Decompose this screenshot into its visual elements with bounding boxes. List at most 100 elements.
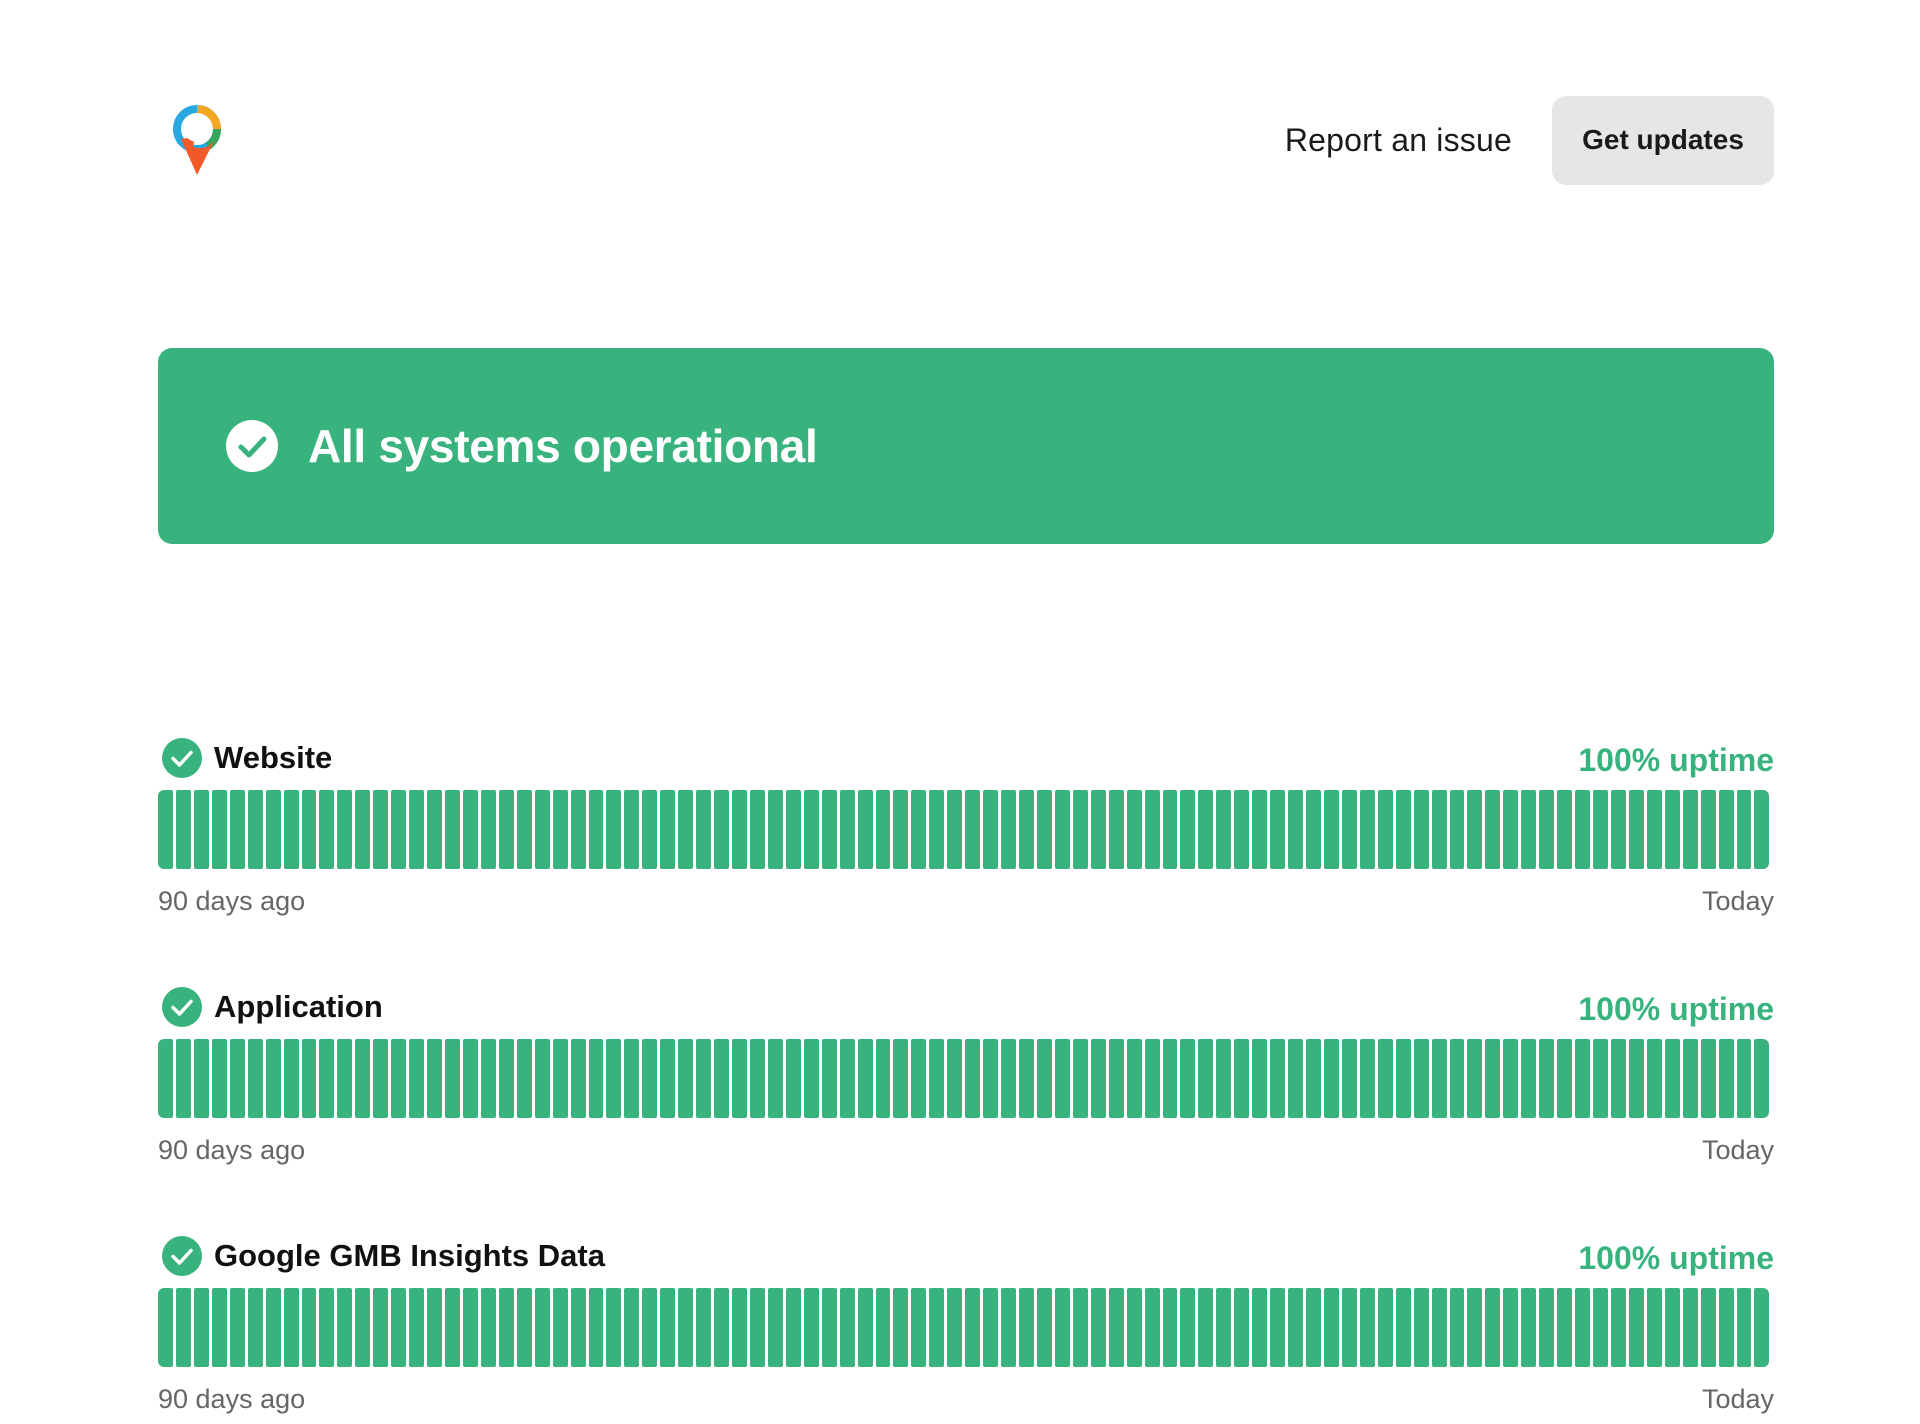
uptime-day-bar[interactable] [373,1288,389,1367]
uptime-day-bar[interactable] [714,790,729,869]
uptime-day-bar[interactable] [1449,790,1465,869]
uptime-day-bar[interactable] [1126,790,1142,869]
uptime-day-bar[interactable] [283,1288,299,1367]
uptime-day-bar[interactable] [1754,790,1770,869]
uptime-day-bar[interactable] [696,790,712,869]
uptime-day-bar[interactable] [642,1288,658,1367]
uptime-day-bar[interactable] [1539,790,1555,869]
uptime-day-bar[interactable] [1198,790,1214,869]
uptime-day-bar[interactable] [1198,1288,1214,1367]
uptime-day-bar[interactable] [283,1039,299,1118]
uptime-day-bar[interactable] [1019,1039,1034,1118]
uptime-day-bar[interactable] [1664,790,1680,869]
uptime-day-bar[interactable] [821,790,837,869]
uptime-day-bar[interactable] [1682,1039,1698,1118]
uptime-day-bar[interactable] [480,1039,496,1118]
uptime-day-bar[interactable] [1593,1288,1608,1367]
uptime-day-bar[interactable] [1090,1039,1106,1118]
uptime-day-bar[interactable] [965,1288,981,1367]
uptime-day-bar[interactable] [803,1288,819,1367]
uptime-day-bar[interactable] [229,1288,245,1367]
uptime-day-bar[interactable] [1288,1039,1303,1118]
uptime-day-bar[interactable] [1575,1288,1590,1367]
uptime-day-bar[interactable] [588,790,604,869]
uptime-day-bar[interactable] [301,790,317,869]
uptime-day-bar[interactable] [1323,1288,1339,1367]
uptime-day-bar[interactable] [498,1039,514,1118]
uptime-day-bar[interactable] [803,1039,819,1118]
uptime-day-bar[interactable] [337,1039,353,1118]
uptime-day-bar[interactable] [1628,790,1644,869]
uptime-day-bar[interactable] [660,1039,676,1118]
uptime-day-bar[interactable] [1341,790,1357,869]
uptime-day-bar[interactable] [1449,1288,1465,1367]
uptime-day-bar[interactable] [247,790,263,869]
uptime-day-bar[interactable] [1377,1039,1393,1118]
uptime-day-bar[interactable] [409,790,425,869]
uptime-day-bar[interactable] [1413,790,1429,869]
uptime-day-bar[interactable] [498,1288,514,1367]
uptime-day-bar[interactable] [211,790,227,869]
uptime-day-bar[interactable] [749,1039,765,1118]
uptime-day-bar[interactable] [319,790,335,869]
uptime-day-bar[interactable] [1485,1288,1501,1367]
uptime-day-bar[interactable] [516,790,532,869]
uptime-day-bar[interactable] [1001,1039,1016,1118]
uptime-day-bar[interactable] [462,790,478,869]
uptime-day-bar[interactable] [732,1288,747,1367]
uptime-day-bar[interactable] [1682,790,1698,869]
uptime-day-bar[interactable] [1485,790,1501,869]
uptime-day-bar[interactable] [193,1039,209,1118]
uptime-day-bar[interactable] [1646,790,1662,869]
uptime-day-bar[interactable] [516,1288,532,1367]
uptime-day-bar[interactable] [427,1288,442,1367]
uptime-day-bar[interactable] [1593,1039,1608,1118]
uptime-day-bar[interactable] [714,1288,729,1367]
uptime-day-bar[interactable] [534,1288,550,1367]
uptime-day-bar[interactable] [1700,1039,1716,1118]
uptime-day-bar[interactable] [1323,790,1339,869]
uptime-day-bar[interactable] [1234,1288,1250,1367]
uptime-day-bar[interactable] [427,790,442,869]
uptime-day-bar[interactable] [1467,1288,1483,1367]
uptime-day-bar[interactable] [1252,790,1268,869]
uptime-day-bar[interactable] [247,1288,263,1367]
uptime-day-bar[interactable] [1036,790,1052,869]
uptime-day-bar[interactable] [229,1039,245,1118]
uptime-day-bar[interactable] [265,1288,281,1367]
uptime-day-bar[interactable] [1036,1288,1052,1367]
uptime-day-bar[interactable] [1198,1039,1214,1118]
uptime-day-bar[interactable] [337,1288,353,1367]
uptime-day-bar[interactable] [211,1039,227,1118]
uptime-day-bar[interactable] [1306,790,1321,869]
uptime-day-bar[interactable] [1467,1039,1483,1118]
uptime-day-bar[interactable] [1180,1039,1196,1118]
uptime-day-bar[interactable] [1216,1288,1232,1367]
uptime-day-bar[interactable] [642,1039,658,1118]
uptime-day-bar[interactable] [1252,1039,1268,1118]
uptime-day-bar[interactable] [624,790,640,869]
uptime-day-bar[interactable] [409,1039,425,1118]
uptime-day-bar[interactable] [767,1039,783,1118]
uptime-day-bar[interactable] [1395,790,1411,869]
uptime-day-bar[interactable] [1359,1039,1375,1118]
uptime-day-bar[interactable] [265,790,281,869]
uptime-day-bar[interactable] [1090,1288,1106,1367]
uptime-day-bar[interactable] [983,1039,999,1118]
uptime-day-bar[interactable] [1108,1039,1124,1118]
uptime-day-bar[interactable] [929,790,945,869]
uptime-day-bar[interactable] [480,790,496,869]
uptime-day-bar[interactable] [355,1288,371,1367]
uptime-day-bar[interactable] [229,790,245,869]
uptime-day-bar[interactable] [373,1039,389,1118]
uptime-day-bar[interactable] [696,1039,712,1118]
uptime-day-bar[interactable] [983,790,999,869]
uptime-day-bar[interactable] [911,790,927,869]
uptime-day-bar[interactable] [462,1039,478,1118]
uptime-day-bar[interactable] [1162,790,1178,869]
uptime-day-bar[interactable] [893,1039,909,1118]
uptime-day-bar[interactable] [1288,790,1303,869]
uptime-day-bar[interactable] [660,1288,676,1367]
uptime-day-bar[interactable] [1036,1039,1052,1118]
uptime-day-bar[interactable] [193,1288,209,1367]
